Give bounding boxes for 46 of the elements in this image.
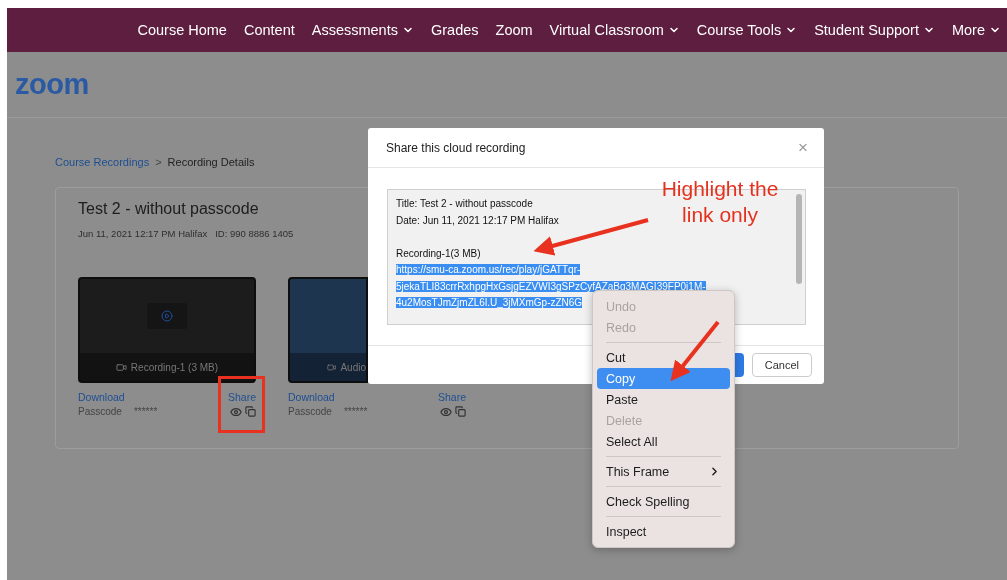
nav-link[interactable]: Grades [430, 22, 479, 38]
file-label: Recording-1 (3 MB) [130, 361, 219, 373]
copy-icon[interactable] [455, 406, 466, 417]
file-label: Audio [340, 361, 366, 373]
video-icon [327, 361, 337, 373]
eye-icon[interactable] [230, 406, 242, 418]
nav-link[interactable]: More [951, 22, 1001, 38]
passcode-label: Passcode [288, 406, 332, 417]
menu-item[interactable]: Paste [597, 389, 730, 410]
recording-title: Test 2 - without passcode [78, 200, 259, 218]
breadcrumb-separator: > [155, 156, 162, 168]
nav-link[interactable]: Virtual Classroom [549, 22, 680, 38]
nav-link[interactable]: Course Tools [696, 22, 798, 38]
selected-link-text: 5jekaTLI83crrRxhpgHxGsjgEZVWI3gSPzCyfAZaBg3MAGI39FP0i1M- [396, 280, 706, 292]
share-info-text: Date: Jun 11, 2021 12:17 PM Halifax [396, 214, 559, 226]
cancel-button[interactable]: Cancel [751, 353, 812, 377]
copy-icon[interactable] [245, 406, 256, 417]
eye-icon[interactable] [440, 406, 452, 418]
audio-thumbnail[interactable]: Audio [288, 277, 368, 383]
nav-link[interactable]: Content [243, 22, 295, 38]
breadcrumb-current: Recording Details [167, 156, 255, 168]
recording-date: Jun 11, 2021 12:17 PM Halifax [78, 228, 208, 239]
menu-item[interactable]: This Frame [597, 461, 730, 482]
zoom-logo: zoom [15, 68, 89, 101]
share-info-text: Title: Test 2 - without passcode [396, 198, 533, 209]
nav-link[interactable]: Assessments [311, 22, 414, 38]
recording-name-text: Recording-1(3 MB) [396, 247, 481, 259]
annotation-text: Highlight the link only [660, 176, 780, 228]
play-icon [147, 303, 187, 329]
selected-link-text: https://smu-ca.zoom.us/rec/play/jGATTqr- [396, 264, 581, 275]
menu-item[interactable]: Inspect [597, 521, 730, 542]
passcode-value: ****** [343, 406, 368, 417]
annotation-arrow [670, 320, 720, 382]
nav-link[interactable]: Student Support [814, 22, 935, 38]
menu-item[interactable]: Cut [597, 347, 730, 368]
menu-item[interactable]: Select All [597, 431, 730, 452]
nav-link[interactable]: Zoom [495, 22, 533, 38]
menu-item[interactable]: Check Spelling [597, 491, 730, 512]
selected-link-text: 4u2MosTJmZjmZL6l.U_3jMXmGp-zZN6G [396, 297, 583, 308]
passcode-label: Passcode [78, 406, 122, 417]
passcode-value: ****** [133, 406, 158, 417]
meeting-id: ID: 990 8886 1405 [215, 228, 294, 239]
video-thumbnail[interactable]: Recording-1 (3 MB) [78, 277, 256, 383]
video-icon [115, 361, 127, 373]
dialog-title: Share this cloud recording [386, 140, 526, 155]
nav-link[interactable]: Course Home [137, 22, 227, 38]
